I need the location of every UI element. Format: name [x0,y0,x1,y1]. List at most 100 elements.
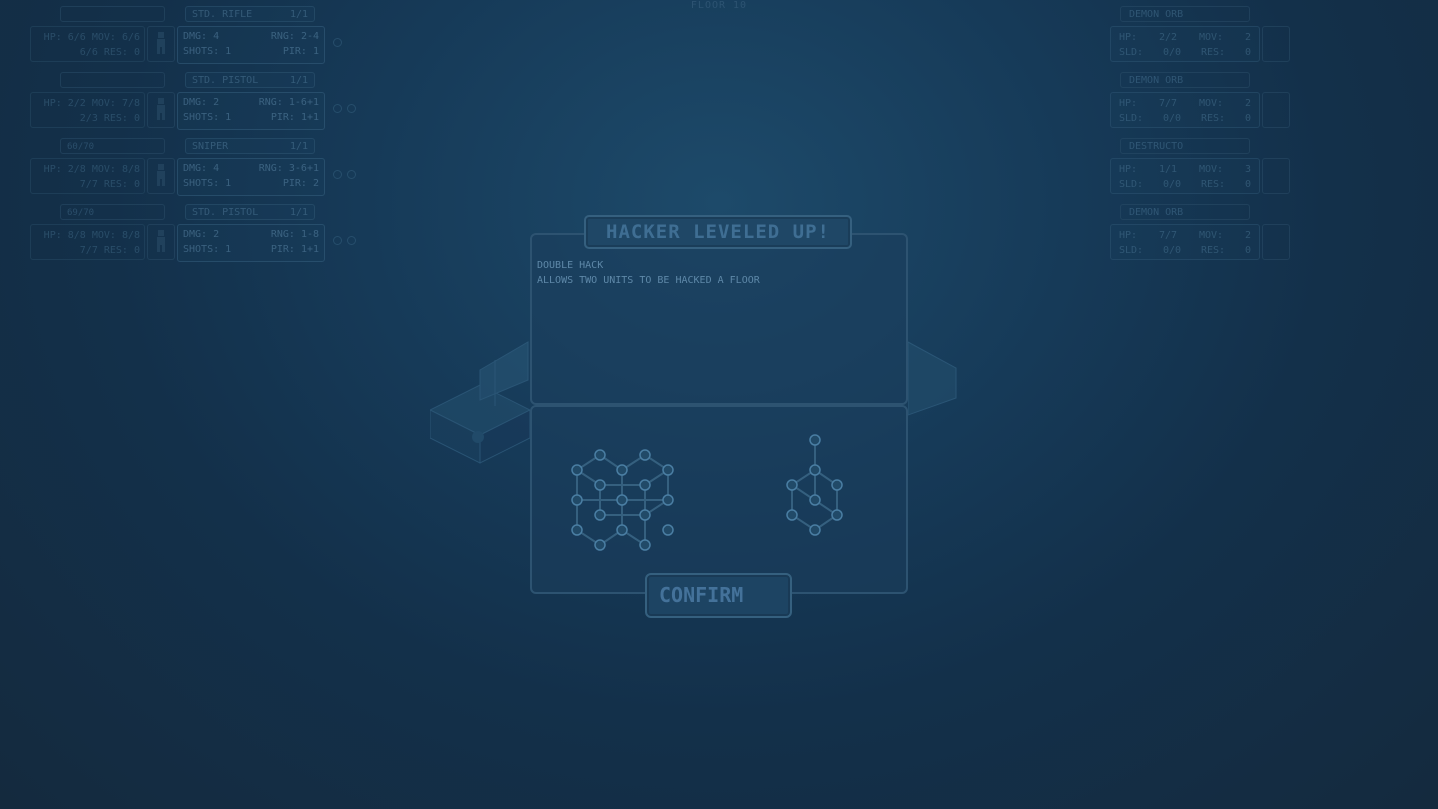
hp-value: 7/7 [1158,230,1178,241]
unit-stat-line: HP: 8/8 MOV: 8/8 [43,230,140,241]
enemy-stats: HP: 7/7 MOV: 2 SLD: 0/0 RES: 0 [1110,224,1260,260]
unit-stat-line: 7/7 RES: 0 [79,245,140,256]
unit-stat-line: HP: 6/6 MOV: 6/6 [43,32,140,43]
levelup-title: HACKER LEVELED UP! [584,215,852,249]
unit-panel[interactable]: STD. PISTOL 1/1 HP: 2/2 MOV: 7/8 2/3 RES: … [30,72,356,136]
enemy-name-tab: DEMON ORB [1120,204,1250,220]
rng-label: RNG: [270,31,295,42]
weapon-count: 1/1 [289,141,308,152]
isometric-tile-left [430,341,530,464]
mov-label: MOV: [1198,98,1224,109]
shots-label: SHOTS: [183,244,220,255]
res-label: RES: [1200,245,1226,256]
skill-tree-graph[interactable] [780,432,850,542]
sld-value: 0/0 [1163,113,1182,124]
res-label: RES: [1200,47,1226,58]
pir-value: 2 [312,178,319,189]
sld-label: SLD: [1119,113,1144,124]
enemy-portrait[interactable] [1262,158,1290,194]
unit-portrait[interactable] [147,158,175,194]
weapon-stats: DMG: 2 RNG: 1-6+1 SHOTS: 1 PIR: 1+1 [177,92,325,130]
weapon-stats: DMG: 4 RNG: 3-6+1 SHOTS: 1 PIR: 2 [177,158,325,196]
mov-label: MOV: [1198,164,1224,175]
unit-panel[interactable]: 69/70 STD. PISTOL 1/1 HP: 8/8 MOV: 8/8 7/7… [30,204,356,268]
unit-stats: HP: 6/6 MOV: 6/6 6/6 RES: 0 [30,26,145,62]
mov-value: 3 [1244,164,1251,175]
mov-value: 2 [1244,98,1251,109]
enemy-panel[interactable]: DEMON ORB HP: 2/2 MOV: 2 SLD: 0/0 RES: 0 [1110,6,1360,66]
enemy-stats: HP: 1/1 MOV: 3 SLD: 0/0 RES: 0 [1110,158,1260,194]
isometric-tile-right [908,341,957,416]
rng-label: RNG: [270,229,295,240]
action-pip-icon [347,104,356,113]
mov-value: 2 [1244,230,1251,241]
unit-stats: HP: 2/2 MOV: 7/8 2/3 RES: 0 [30,92,145,128]
skill-tree-graph[interactable] [565,445,685,555]
action-pip-icon [347,170,356,179]
soldier-icon [157,32,165,54]
enemy-portrait[interactable] [1262,224,1290,260]
sld-label: SLD: [1119,47,1144,58]
res-value: 0 [1244,245,1251,256]
pir-value: 1 [312,46,319,57]
hp-value: 7/7 [1158,98,1178,109]
weapon-tab[interactable]: STD. PISTOL 1/1 [185,72,315,88]
unit-stat-line: HP: 2/2 MOV: 7/8 [43,98,140,109]
pir-label: PIR: [270,244,295,255]
weapon-count: 1/1 [289,207,308,218]
unit-portrait[interactable] [147,92,175,128]
unit-stat-line: 2/3 RES: 0 [79,113,140,124]
sld-value: 0/0 [1163,47,1182,58]
dmg-label: DMG: [183,163,208,174]
unit-portrait[interactable] [147,26,175,62]
unit-name-tab: 60/70 [60,138,165,154]
enemy-name-tab: DEMON ORB [1120,72,1250,88]
mov-label: MOV: [1198,230,1224,241]
sld-value: 0/0 [1163,179,1182,190]
mov-value: 2 [1244,32,1251,43]
enemy-panel[interactable]: DEMON ORB HP: 7/7 MOV: 2 SLD: 0/0 RES: 0 [1110,204,1360,264]
soldier-icon [157,164,165,186]
weapon-stats: DMG: 4 RNG: 2-4 SHOTS: 1 PIR: 1 [177,26,325,64]
shots-value: 1 [225,244,232,255]
pir-label: PIR: [282,46,307,57]
weapon-tab[interactable]: SNIPER 1/1 [185,138,315,154]
rng-value: 2-4 [300,31,319,42]
action-pip-icon [333,236,342,245]
action-pip-icon [333,170,342,179]
unit-panel[interactable]: STD. RIFLE 1/1 HP: 6/6 MOV: 6/6 6/6 RES: 0… [30,6,342,70]
pir-label: PIR: [282,178,307,189]
unit-stat-line: HP: 2/8 MOV: 8/8 [43,164,140,175]
rng-value: 1-6+1 [288,97,319,108]
hp-value: 1/1 [1158,164,1178,175]
enemy-portrait[interactable] [1262,92,1290,128]
enemy-panel[interactable]: DEMON ORB HP: 7/7 MOV: 2 SLD: 0/0 RES: 0 [1110,72,1360,132]
mov-label: MOV: [1198,32,1224,43]
dmg-label: DMG: [183,229,208,240]
unit-name-tab [60,6,165,22]
unit-stats: HP: 8/8 MOV: 8/8 7/7 RES: 0 [30,224,145,260]
shots-value: 1 [225,112,232,123]
soldier-icon [157,230,165,252]
unit-panel[interactable]: 60/70 SNIPER 1/1 HP: 2/8 MOV: 8/8 7/7 RES:… [30,138,356,202]
dmg-label: DMG: [183,97,208,108]
res-value: 0 [1244,47,1251,58]
unit-portrait[interactable] [147,224,175,260]
weapon-tab[interactable]: STD. RIFLE 1/1 [185,6,315,22]
soldier-icon [157,98,165,120]
weapon-tab[interactable]: STD. PISTOL 1/1 [185,204,315,220]
ability-description: DOUBLE HACK ALLOWS TWO UNITS TO BE HACKE… [537,258,760,288]
sld-label: SLD: [1119,179,1144,190]
enemy-panel[interactable]: DESTRUCTO HP: 1/1 MOV: 3 SLD: 0/0 RES: 0 [1110,138,1360,198]
shots-label: SHOTS: [183,112,220,123]
weapon-name: STD. RIFLE [192,9,253,20]
unit-name-tab [60,72,165,88]
pir-value: 1+1 [300,244,319,255]
shots-label: SHOTS: [183,178,220,189]
confirm-button[interactable]: CONFIRM [645,573,792,618]
sld-value: 0/0 [1163,245,1182,256]
shots-label: SHOTS: [183,46,220,57]
enemy-portrait[interactable] [1262,26,1290,62]
action-pip-icon [333,38,342,47]
weapon-stats: DMG: 2 RNG: 1-8 SHOTS: 1 PIR: 1+1 [177,224,325,262]
